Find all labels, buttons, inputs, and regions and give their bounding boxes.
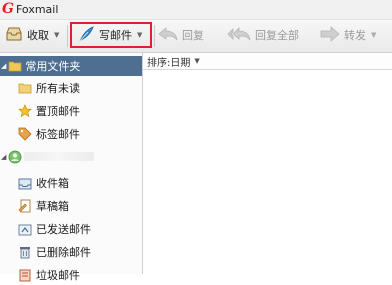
spam-icon [18,268,32,282]
common-folders-label: 常用文件夹 [25,60,81,73]
common-folders-header[interactable]: ◢ 常用文件夹 [0,56,142,76]
app-title: Foxmail [16,3,59,16]
title-bar: G Foxmail [0,0,392,20]
chevron-down-icon[interactable]: ▼ [54,31,59,39]
star-icon [18,104,32,118]
inbox-tray-icon [5,26,23,45]
inbox-icon [18,176,32,190]
folder-item-deleted[interactable]: 已删除邮件 [0,242,142,262]
collapse-arrow-icon[interactable]: ◢ [1,153,6,161]
sent-icon [18,222,32,236]
reply-button[interactable]: 回复 [158,24,204,46]
folder-icon [8,60,22,72]
folder-item-all-unread[interactable]: 所有未读 [0,78,142,98]
receive-button[interactable]: 收取 ▼ [5,24,59,46]
chevron-down-icon[interactable]: ▼ [194,57,199,65]
forward-label: 转发 [344,29,366,42]
folder-item-label: 置顶邮件 [36,105,80,118]
compose-label: 写邮件 [99,29,132,42]
toolbar-divider [67,25,68,47]
reply-arrow-icon [158,26,178,45]
toolbar-divider [154,25,155,47]
receive-label: 收取 [27,29,49,42]
chevron-down-icon[interactable]: ▼ [371,31,376,39]
folder-item-label: 所有未读 [36,82,80,95]
account-avatar-icon [8,150,22,164]
folder-item-drafts[interactable]: 草稿箱 [0,196,142,216]
folder-item-sent[interactable]: 已发送邮件 [0,219,142,239]
folder-item-label: 已发送邮件 [36,223,91,236]
compose-button[interactable]: 写邮件 ▼ [77,24,142,46]
folder-item-tagged[interactable]: 标签邮件 [0,124,142,144]
folder-icon [18,81,32,95]
folder-item-inbox[interactable]: 收件箱 [0,173,142,193]
reply-all-label: 回复全部 [255,29,299,42]
tag-icon [18,127,32,141]
trash-icon [18,245,32,259]
folder-item-spam[interactable]: 垃圾邮件 [0,265,142,285]
forward-arrow-icon [320,25,340,45]
foxmail-logo: G [2,1,14,17]
folder-item-pinned[interactable]: 置顶邮件 [0,101,142,121]
draft-icon [18,199,32,213]
redacted-account-name [24,152,94,161]
reply-all-button[interactable]: 回复全部 [227,24,299,46]
toolbar: 收取 ▼ 写邮件 ▼ 回复 回复全部 转发 ▼ [0,20,392,53]
folder-item-label: 已删除邮件 [36,246,91,259]
folder-item-label: 收件箱 [36,177,69,190]
reply-label: 回复 [182,29,204,42]
forward-button[interactable]: 转发 ▼ [320,24,376,46]
folder-item-label: 草稿箱 [36,200,69,213]
folder-sidebar: ◢ 常用文件夹 所有未读 置顶邮件 标签邮件 ◢ 收件箱 草稿箱 已发送邮件 已… [0,53,143,282]
sort-label: 排序:日期 [147,57,191,69]
collapse-arrow-icon[interactable]: ◢ [1,62,6,70]
chevron-down-icon[interactable]: ▼ [137,31,142,39]
reply-all-arrow-icon [227,26,251,45]
mail-list-pane: 排序:日期 ▼ [143,53,392,274]
sort-dropdown[interactable]: 排序:日期 ▼ [143,53,392,70]
folder-item-label: 标签邮件 [36,128,80,141]
feather-pen-icon [77,25,95,45]
folder-item-label: 垃圾邮件 [36,269,80,282]
